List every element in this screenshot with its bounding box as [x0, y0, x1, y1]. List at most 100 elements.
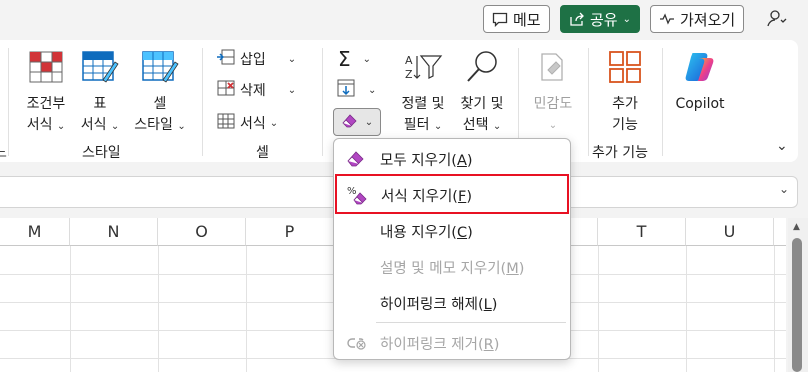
comment-icon: [492, 12, 508, 27]
chevron-down-icon: ⌄: [548, 120, 558, 131]
memo-button[interactable]: 메모: [483, 5, 550, 33]
menu-item-clear-formats[interactable]: % 서식 지우기(F): [335, 174, 569, 214]
column-divider: [686, 246, 687, 372]
addins-label-2: 기능: [612, 117, 638, 133]
chevron-down-icon: ⌄: [364, 116, 374, 128]
get-addins-button[interactable]: 가져오기: [650, 5, 745, 33]
fill-button[interactable]: ⌄: [336, 77, 376, 103]
find-select-label: 찾기 및: [460, 96, 504, 112]
sort-filter-label: 정렬 및: [401, 96, 445, 112]
chevron-down-icon: ⌄: [368, 84, 377, 96]
sensitivity-button[interactable]: 민감도 ⌄: [526, 50, 580, 136]
sensitivity-label: 민감도: [533, 96, 573, 112]
vertical-scrollbar[interactable]: ▲: [788, 218, 808, 372]
chevron-down-icon: ⌄: [433, 121, 443, 132]
chevron-down-icon: ⌄: [287, 84, 297, 96]
column-header-label: N: [107, 222, 120, 241]
sort-filter-icon: A Z: [403, 50, 443, 91]
menu-item-clear-contents[interactable]: 내용 지우기(C): [334, 212, 570, 248]
column-header-m[interactable]: M: [0, 218, 70, 246]
share-button[interactable]: 공유 ⌄: [560, 5, 640, 33]
menu-separator: [376, 322, 566, 323]
format-cells-icon: [216, 112, 236, 134]
addins-button[interactable]: 추가 기능: [596, 50, 654, 136]
format-as-table-label-2: 서식: [80, 117, 107, 133]
group-separator: [588, 48, 589, 156]
svg-text:Z: Z: [405, 68, 413, 81]
group-separator: [202, 48, 203, 156]
sensitivity-icon: [538, 50, 568, 91]
group-separator: [8, 48, 9, 156]
menu-item-clear-comments[interactable]: 설명 및 메모 지우기(M): [334, 248, 570, 284]
delete-cells-icon: [216, 79, 236, 101]
person-settings-icon[interactable]: [766, 8, 788, 32]
autosum-button[interactable]: Σ ⌄: [338, 46, 371, 72]
menu-item-label: 서식 지우기(F): [381, 189, 472, 205]
chevron-down-icon: ⌄: [177, 121, 186, 132]
cell-styles-label-2: 스타일: [134, 117, 173, 133]
scrollbar-thumb[interactable]: [792, 238, 802, 372]
ribbon-collapse-icon[interactable]: ⌄: [776, 138, 788, 154]
conditional-format-button[interactable]: 조건부 서식 ⌄: [18, 50, 74, 137]
column-header-p[interactable]: P: [246, 218, 334, 246]
addins-label: 추가: [612, 96, 638, 112]
svg-text:A: A: [405, 54, 413, 67]
column-header-n[interactable]: N: [70, 218, 158, 246]
conditional-format-icon: [28, 50, 64, 91]
menu-item-label: 하이퍼링크 해제(L): [380, 297, 498, 313]
fill-down-icon: [336, 79, 356, 101]
styles-group-label: 스타일: [82, 145, 121, 161]
copilot-button[interactable]: Copilot: [670, 50, 730, 115]
sort-filter-button[interactable]: A Z 정렬 및 필터 ⌄: [392, 50, 454, 137]
menu-item-clear-all[interactable]: 모두 지우기(A): [334, 140, 570, 176]
column-header-o[interactable]: O: [158, 218, 246, 246]
menu-item-label: 내용 지우기(C): [380, 225, 473, 241]
cell-styles-button[interactable]: 셀 스타일 ⌄: [128, 50, 192, 137]
insert-cells-button[interactable]: 삽입 ⌄: [216, 46, 296, 72]
share-label: 공유: [590, 10, 618, 29]
column-header-label: T: [636, 222, 647, 241]
find-select-button[interactable]: 찾기 및 선택 ⌄: [452, 50, 512, 137]
eraser-icon: [346, 149, 366, 171]
column-header-label: U: [723, 222, 736, 241]
chevron-down-icon: ⌄: [56, 121, 66, 132]
eraser-icon: [341, 112, 359, 132]
column-header-t[interactable]: T: [598, 218, 686, 246]
chevron-down-icon: ⌄: [110, 121, 120, 132]
clear-button[interactable]: ⌄: [333, 108, 381, 136]
column-header-u[interactable]: U: [686, 218, 774, 246]
svg-text:%: %: [347, 186, 357, 197]
menu-item-label: 모두 지우기(A): [380, 153, 473, 169]
delete-cells-label: 삭제: [240, 83, 266, 99]
clear-menu: 모두 지우기(A) % 서식 지우기(F) 내용 지우기(C) 설명 및 메모 …: [333, 138, 571, 360]
insert-cells-icon: [216, 48, 236, 70]
chevron-down-icon: ⌄: [622, 13, 631, 25]
scroll-up-icon[interactable]: ▲: [793, 222, 800, 232]
memo-label: 메모: [513, 10, 541, 29]
format-cells-button[interactable]: 서식 ⌄: [216, 110, 278, 136]
copilot-label: Copilot: [675, 96, 725, 112]
expand-formula-bar-icon[interactable]: ⌄: [779, 182, 789, 196]
format-as-table-label: 표: [93, 96, 107, 112]
copilot-icon: [683, 50, 717, 91]
column-header-partial[interactable]: [774, 218, 786, 246]
remove-link-icon: [346, 333, 368, 355]
column-divider: [70, 246, 71, 372]
chevron-down-icon: ⌄: [362, 53, 372, 65]
column-header-label: M: [27, 222, 42, 241]
group-separator: [322, 48, 323, 156]
sort-filter-label-2: 필터: [403, 117, 430, 133]
addins-icon: [608, 50, 642, 91]
menu-item-remove-hyperlinks[interactable]: 하이퍼링크 제거(R): [334, 324, 570, 360]
format-as-table-button[interactable]: 표 서식 ⌄: [74, 50, 126, 137]
addins-group-label: 추가 기능: [592, 145, 648, 161]
activity-icon: [659, 13, 675, 25]
sigma-icon: Σ: [338, 47, 351, 71]
partial-group-label: 느: [0, 145, 7, 161]
conditional-format-label-2: 서식: [26, 117, 53, 133]
share-icon: [569, 12, 585, 27]
column-divider: [774, 246, 775, 372]
menu-item-unlink-hyperlinks[interactable]: 하이퍼링크 해제(L): [334, 284, 570, 320]
delete-cells-button[interactable]: 삭제 ⌄: [216, 77, 296, 103]
column-header-label: O: [195, 222, 208, 241]
